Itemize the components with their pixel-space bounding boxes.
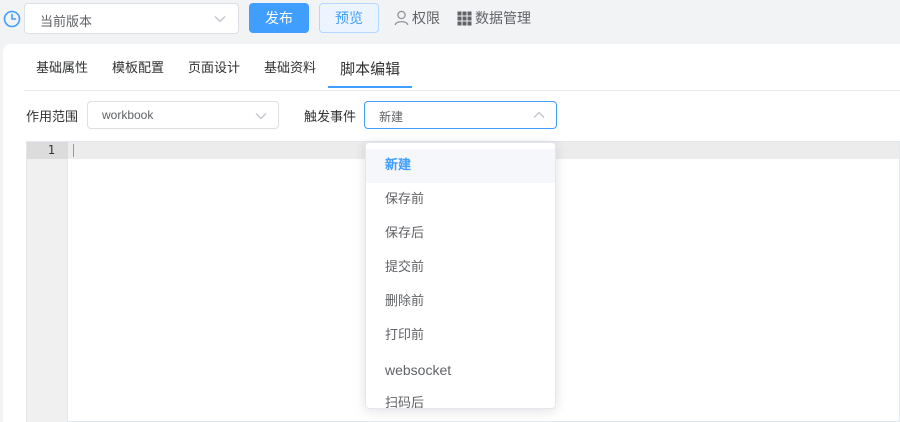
editor-cursor bbox=[73, 144, 74, 157]
scope-select-value: workbook bbox=[102, 108, 154, 122]
version-select[interactable]: 当前版本 bbox=[24, 3, 239, 34]
chevron-up-icon bbox=[533, 111, 545, 118]
editor-gutter bbox=[27, 142, 68, 422]
chevron-down-icon bbox=[214, 16, 226, 23]
event-select-value: 新建 bbox=[379, 110, 404, 124]
event-dropdown: 新建 保存前 保存后 提交前 删除前 打印前 websocket 扫码后 bbox=[365, 142, 556, 409]
history-clock-icon[interactable] bbox=[3, 10, 21, 28]
permission-label: 权限 bbox=[412, 11, 440, 27]
event-label: 触发事件 bbox=[304, 110, 357, 125]
user-icon bbox=[394, 10, 409, 26]
grid-icon bbox=[457, 11, 472, 25]
scope-label: 作用范围 bbox=[26, 110, 79, 125]
tab-script-edit[interactable]: 脚本编辑 bbox=[328, 56, 413, 88]
permission-link[interactable]: 权限 bbox=[394, 8, 440, 28]
tab-template-config[interactable]: 模板配置 bbox=[100, 56, 176, 88]
tab-page-design[interactable]: 页面设计 bbox=[176, 56, 252, 88]
tab-divider bbox=[24, 90, 900, 91]
tab-bar: 基础属性 模板配置 页面设计 基础资料 脚本编辑 bbox=[24, 56, 413, 90]
dropdown-option-before-delete[interactable]: 删除前 bbox=[366, 285, 555, 319]
event-select[interactable]: 新建 bbox=[364, 101, 557, 129]
chevron-down-icon bbox=[255, 113, 267, 120]
version-select-value: 当前版本 bbox=[40, 15, 93, 30]
dropdown-option-before-submit[interactable]: 提交前 bbox=[366, 251, 555, 285]
line-number: 1 bbox=[47, 143, 55, 157]
dropdown-option-new[interactable]: 新建 bbox=[366, 149, 555, 183]
dropdown-option-before-print[interactable]: 打印前 bbox=[366, 319, 555, 353]
dropdown-option-websocket[interactable]: websocket bbox=[366, 353, 555, 387]
preview-button[interactable]: 预览 bbox=[319, 3, 379, 33]
tab-basic-properties[interactable]: 基础属性 bbox=[24, 56, 100, 88]
data-management-label: 数据管理 bbox=[475, 11, 531, 27]
dropdown-option-after-scan[interactable]: 扫码后 bbox=[366, 387, 555, 408]
publish-button[interactable]: 发布 bbox=[249, 3, 309, 33]
dropdown-option-before-save[interactable]: 保存前 bbox=[366, 183, 555, 217]
dropdown-option-after-save[interactable]: 保存后 bbox=[366, 217, 555, 251]
top-toolbar: 当前版本 发布 预览 权限 数据管理 bbox=[0, 0, 900, 42]
data-management-link[interactable]: 数据管理 bbox=[457, 8, 531, 28]
scope-select[interactable]: workbook bbox=[87, 101, 279, 129]
tab-basic-data[interactable]: 基础资料 bbox=[252, 56, 328, 88]
